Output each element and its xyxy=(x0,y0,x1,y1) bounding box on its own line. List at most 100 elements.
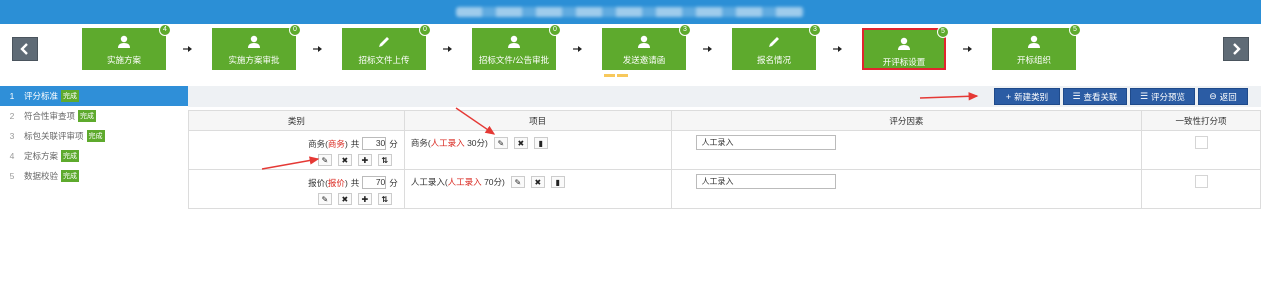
step-badge: 0 xyxy=(419,24,431,36)
arrow-right-icon xyxy=(963,46,972,52)
step-badge: 0 xyxy=(549,24,561,36)
category-name: 报价(报价) xyxy=(308,177,348,188)
button-label: 返回 xyxy=(1219,91,1237,102)
sidebar-item-award-plan[interactable]: 4 定标方案 完成 xyxy=(0,146,188,166)
step-bid-opening[interactable]: 开标组织 5 xyxy=(992,24,1081,70)
sidebar: 1 评分标准 完成 2 符合性审查项 完成 3 标包关联评审项 完成 4 定标方… xyxy=(0,86,188,186)
edit-icon[interactable]: ✎ xyxy=(317,193,332,205)
table-row: 商务(商务) 共 30 分 ✎ ✖ ✚ ⇅ 商务(人工录入 30分) ✎ ✖ ▮… xyxy=(188,130,1261,170)
delete-icon[interactable]: ✖ xyxy=(530,176,545,188)
category-cell: 商务(商务) 共 30 分 ✎ ✖ ✚ ⇅ xyxy=(188,130,405,170)
sidebar-item-label: 标包关联评审项 xyxy=(24,131,84,141)
delete-icon[interactable]: ✖ xyxy=(337,193,352,205)
score-input[interactable]: 30 xyxy=(362,137,387,150)
step-badge: 0 xyxy=(289,24,301,36)
delete-icon[interactable]: ✖ xyxy=(513,137,528,149)
arrow-right-icon xyxy=(703,46,712,52)
step-label: 发送邀请函 xyxy=(622,55,666,65)
add-icon[interactable]: ✚ xyxy=(357,193,372,205)
factor-input[interactable]: 人工录入 xyxy=(695,135,836,150)
process-steps: 实施方案 4 实施方案审批 0 招标文件上传 0 招标文件/公告审批 0 发送邀… xyxy=(0,24,1261,82)
item-name: 商务(人工录入 30分) xyxy=(410,138,488,148)
step-tender-approval[interactable]: 招标文件/公告审批 0 xyxy=(472,24,561,70)
button-label: 评分预览 xyxy=(1151,91,1186,102)
consistency-checkbox[interactable] xyxy=(1194,136,1208,149)
carousel-indicator[interactable] xyxy=(604,74,628,77)
sidebar-item-compliance-review[interactable]: 2 符合性审查项 完成 xyxy=(0,106,188,126)
table-row: 报价(报价) 共 70 分 ✎ ✖ ✚ ⇅ 人工录入(人工录入 70分) ✎ ✖… xyxy=(188,169,1261,209)
arrow-right-icon xyxy=(313,46,322,52)
sort-icon[interactable]: ⇅ xyxy=(377,193,392,205)
next-step-button[interactable] xyxy=(1223,37,1249,61)
add-icon[interactable]: ✚ xyxy=(357,154,372,166)
column-header-category: 类别 xyxy=(188,110,405,131)
bookmark-icon[interactable]: ▮ xyxy=(550,176,565,188)
prev-step-button[interactable] xyxy=(12,37,38,61)
arrow-right-icon xyxy=(183,46,192,52)
bookmark-icon[interactable]: ▮ xyxy=(533,137,548,149)
consistency-checkbox[interactable] xyxy=(1194,175,1208,188)
top-title-bar xyxy=(0,0,1261,24)
arrow-right-icon xyxy=(833,46,842,52)
sort-icon[interactable]: ⇅ xyxy=(377,154,392,166)
delete-icon[interactable]: ✖ xyxy=(337,154,352,166)
total-label: 共 xyxy=(350,177,360,188)
item-name: 人工录入(人工录入 70分) xyxy=(410,177,505,187)
step-label: 开标组织 xyxy=(1016,55,1051,65)
step-bid-opening-settings[interactable]: 开评标设置 5 xyxy=(862,26,949,70)
chevron-right-icon xyxy=(1233,43,1241,55)
step-plan-approval[interactable]: 实施方案审批 0 xyxy=(212,24,301,70)
status-badge: 完成 xyxy=(86,130,105,142)
blurred-title xyxy=(456,7,804,17)
view-relation-button[interactable]: ☰ 查看关联 xyxy=(1063,88,1127,105)
sidebar-item-number: 4 xyxy=(9,151,15,161)
step-label: 报名情况 xyxy=(756,55,791,65)
score-preview-button[interactable]: ☰ 评分预览 xyxy=(1130,88,1195,105)
sidebar-item-number: 2 xyxy=(9,111,15,121)
sidebar-item-number: 1 xyxy=(9,91,15,101)
arrow-right-icon xyxy=(443,46,452,52)
edit-icon[interactable]: ✎ xyxy=(317,154,332,166)
arrow-right-icon xyxy=(573,46,582,52)
consistency-cell xyxy=(1141,169,1261,209)
factor-input[interactable]: 人工录入 xyxy=(695,174,836,189)
sidebar-item-scoring-standard[interactable]: 1 评分标准 完成 xyxy=(0,86,188,106)
sidebar-item-package-review[interactable]: 3 标包关联评审项 完成 xyxy=(0,126,188,146)
step-tender-upload[interactable]: 招标文件上传 0 xyxy=(342,24,431,70)
user-icon xyxy=(898,37,910,50)
list-icon: ☰ xyxy=(1072,91,1081,101)
step-label: 招标文件/公告审批 xyxy=(478,55,550,65)
table-header-row: 类别 项目 评分因素 一致性打分项 xyxy=(188,110,1261,131)
step-implementation-plan[interactable]: 实施方案 4 xyxy=(82,24,171,70)
factor-cell: 人工录入 xyxy=(670,169,1143,209)
step-label: 招标文件上传 xyxy=(358,55,410,65)
back-button[interactable]: ⊖ 返回 xyxy=(1198,88,1248,105)
column-header-item: 项目 xyxy=(403,110,672,131)
step-badge: 4 xyxy=(159,24,171,36)
unit-label: 分 xyxy=(389,177,398,188)
list-icon: ☰ xyxy=(1139,91,1149,101)
item-cell: 人工录入(人工录入 70分) ✎ ✖ ▮ xyxy=(403,169,672,209)
user-icon xyxy=(1028,35,1040,48)
user-icon xyxy=(508,35,520,48)
factor-cell: 人工录入 xyxy=(670,130,1143,170)
pencil-icon xyxy=(379,37,389,47)
sidebar-item-number: 3 xyxy=(9,131,15,141)
pencil-icon xyxy=(769,37,779,47)
step-badge: 5 xyxy=(937,26,949,38)
sidebar-item-label: 定标方案 xyxy=(24,151,59,161)
edit-icon[interactable]: ✎ xyxy=(510,176,525,188)
user-icon xyxy=(248,35,260,48)
plus-icon: + xyxy=(1005,91,1012,102)
sidebar-item-data-validation[interactable]: 5 数据校验 完成 xyxy=(0,166,188,186)
score-input[interactable]: 70 xyxy=(362,176,387,189)
new-category-button[interactable]: + 新建类别 xyxy=(994,88,1060,105)
status-badge: 完成 xyxy=(61,90,80,102)
edit-icon[interactable]: ✎ xyxy=(493,137,508,149)
step-registration[interactable]: 报名情况 3 xyxy=(732,24,821,70)
item-cell: 商务(人工录入 30分) ✎ ✖ ▮ xyxy=(403,130,672,170)
step-send-invitation[interactable]: 发送邀请函 3 xyxy=(602,24,691,70)
back-circle-icon: ⊖ xyxy=(1209,91,1217,101)
scoring-table: 类别 项目 评分因素 一致性打分项 商务(商务) 共 30 分 ✎ ✖ ✚ ⇅ … xyxy=(188,110,1261,209)
user-icon xyxy=(118,35,130,48)
